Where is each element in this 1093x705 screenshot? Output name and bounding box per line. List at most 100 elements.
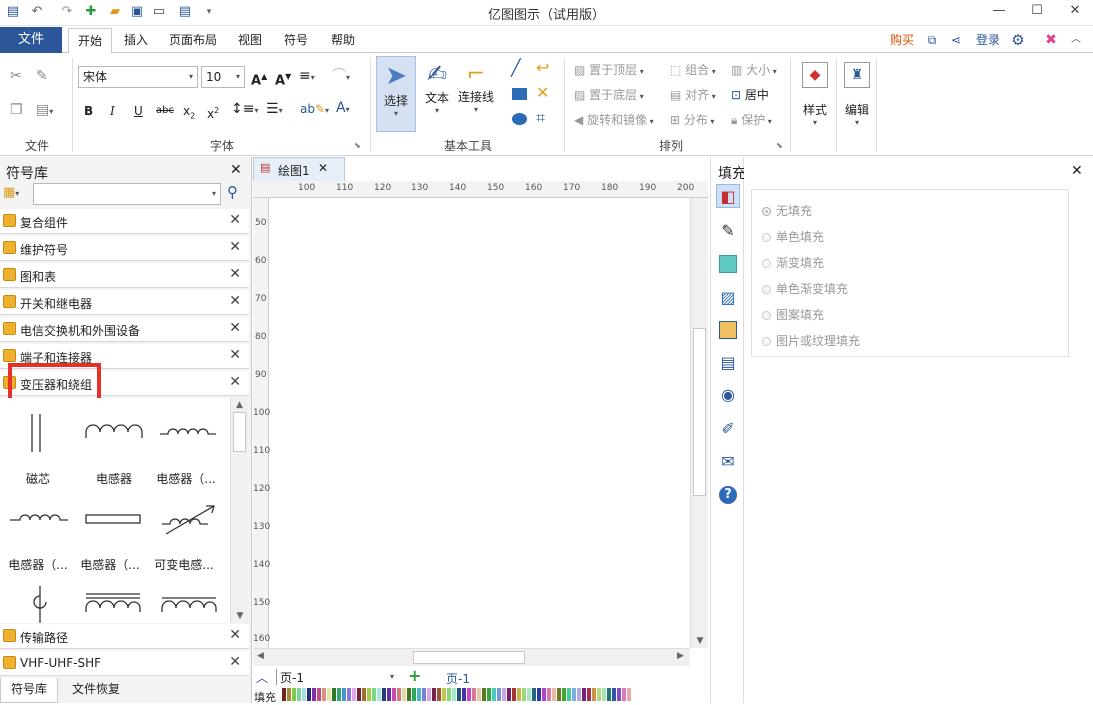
color-swatch[interactable] [547,688,551,701]
color-swatch[interactable] [392,688,396,701]
color-swatch[interactable] [422,688,426,701]
font-name-select[interactable]: 宋体 ▾ [78,66,198,88]
buy-link[interactable]: 购买 [884,27,920,53]
rectangle-tool-icon[interactable] [512,88,527,100]
feedback-icon[interactable]: ⧉ [922,27,942,53]
color-swatch[interactable] [522,688,526,701]
copy-icon[interactable]: ❐ [10,102,23,118]
bullets-icon[interactable]: ☰▾ [266,101,283,119]
color-swatch[interactable] [302,688,306,701]
color-swatch[interactable] [287,688,291,701]
color-swatch[interactable] [607,688,611,701]
color-swatch[interactable] [437,688,441,701]
rotate-mirror-button[interactable]: ◀ 旋转和镜像 ▾ [574,112,654,130]
italic-icon[interactable]: I [110,103,115,119]
page-nav-up-icon[interactable]: ︿ [256,669,268,686]
fill-option-none[interactable]: 无填充 [762,202,812,219]
color-swatch[interactable] [527,688,531,701]
color-swatch[interactable] [337,688,341,701]
tab-help[interactable]: 帮助 [322,27,364,53]
symbol-label[interactable]: 电感器（... [0,556,76,573]
tab-symbol[interactable]: 符号 [276,27,316,53]
color-swatch[interactable] [432,688,436,701]
color-swatch[interactable] [357,688,361,701]
radio-button[interactable] [762,285,771,294]
cut-icon[interactable]: ✂ [10,68,22,84]
help-icon[interactable]: ? [719,486,737,504]
text-align-icon[interactable]: ≡▾ [299,68,315,86]
color-swatch[interactable] [482,688,486,701]
fill-option-pattern[interactable]: 图案填充 [762,306,824,323]
layer-icon[interactable] [719,321,737,339]
font-size-select[interactable]: 10 ▾ [201,66,245,88]
underline-icon[interactable]: U [134,103,143,119]
crop-tool-icon[interactable]: ⌗ [536,110,545,126]
library-scrollbar[interactable]: ▲ ▼ [230,398,248,623]
color-swatch[interactable] [532,688,536,701]
color-swatch[interactable] [552,688,556,701]
color-swatch[interactable] [307,688,311,701]
align-button[interactable]: ▤ 对齐 ▾ [670,87,716,105]
close-icon[interactable]: ✕ [229,212,241,228]
text-curve-icon[interactable]: ⌒▾ [332,68,350,86]
symbol-label[interactable]: 电感器（... [148,470,224,487]
font-color-icon[interactable]: A▾ [336,100,350,118]
tab-insert[interactable]: 插入 [116,27,156,53]
color-swatch[interactable] [377,688,381,701]
scroll-thumb[interactable] [413,651,525,664]
library-grid-icon[interactable]: ▦▾ [3,185,19,200]
tab-close-icon[interactable]: ✕ [318,161,328,175]
color-swatch[interactable] [352,688,356,701]
library-category[interactable]: 图和表 ✕ [0,263,249,288]
color-palette[interactable] [282,688,642,701]
color-swatch[interactable] [467,688,471,701]
settings-icon[interactable]: ⚙ [1006,27,1030,53]
color-swatch[interactable] [562,688,566,701]
color-swatch[interactable] [492,688,496,701]
close-icon[interactable]: ✕ [229,320,241,336]
color-swatch[interactable] [297,688,301,701]
attachment-icon[interactable]: ✐ [716,417,740,441]
select-tool-button[interactable]: ➤ 选择 ▾ [376,56,416,132]
close-icon[interactable]: ✕ [229,239,241,255]
color-swatch[interactable] [592,688,596,701]
color-swatch[interactable] [342,688,346,701]
center-button[interactable]: ⊡ 居中 [731,87,769,103]
color-swatch[interactable] [327,688,331,701]
ellipse-tool-icon[interactable] [512,113,527,125]
close-icon[interactable]: ✕ [229,627,241,643]
color-swatch[interactable] [622,688,626,701]
color-swatch[interactable] [582,688,586,701]
file-menu-button[interactable]: 文件 [0,27,62,53]
canvas-horizontal-scrollbar[interactable]: ◀ ▶ [253,648,690,666]
strikethrough-icon[interactable]: abc [156,103,174,119]
color-swatch[interactable] [627,688,631,701]
color-swatch[interactable] [472,688,476,701]
close-icon[interactable]: ✕ [229,266,241,282]
library-close-icon[interactable]: ✕ [230,162,242,178]
color-swatch[interactable] [457,688,461,701]
color-swatch[interactable] [567,688,571,701]
hyperlink-icon[interactable]: ◉ [716,383,740,407]
share-icon[interactable]: ⋖ [946,27,966,53]
color-swatch[interactable] [517,688,521,701]
shrink-font-icon[interactable]: A▼ [275,69,291,89]
comment-icon[interactable]: ✉ [716,450,740,474]
maximize-button[interactable]: ☐ [1020,0,1054,24]
search-icon[interactable]: ⚲ [227,183,238,201]
page-tab[interactable]: 页-1 [446,670,470,687]
page-select[interactable]: 页-1 ▾ [276,669,398,685]
color-swatch[interactable] [382,688,386,701]
distribute-button[interactable]: ⊞ 分布 ▾ [670,112,714,130]
style-button[interactable]: ◆ 样式 ▾ [796,56,834,146]
color-swatch[interactable] [282,688,286,701]
color-swatch[interactable] [512,688,516,701]
library-category[interactable]: 维护符号 ✕ [0,236,249,261]
close-icon[interactable]: ✕ [229,347,241,363]
color-swatch[interactable] [442,688,446,701]
login-link[interactable]: 登录 [970,27,1006,53]
color-swatch[interactable] [447,688,451,701]
symbol-label[interactable]: 电感器 [76,470,152,487]
intersect-tool-icon[interactable]: ✕ [536,85,549,101]
text-tool-button[interactable]: ✍ 文本 ▾ [418,56,456,132]
